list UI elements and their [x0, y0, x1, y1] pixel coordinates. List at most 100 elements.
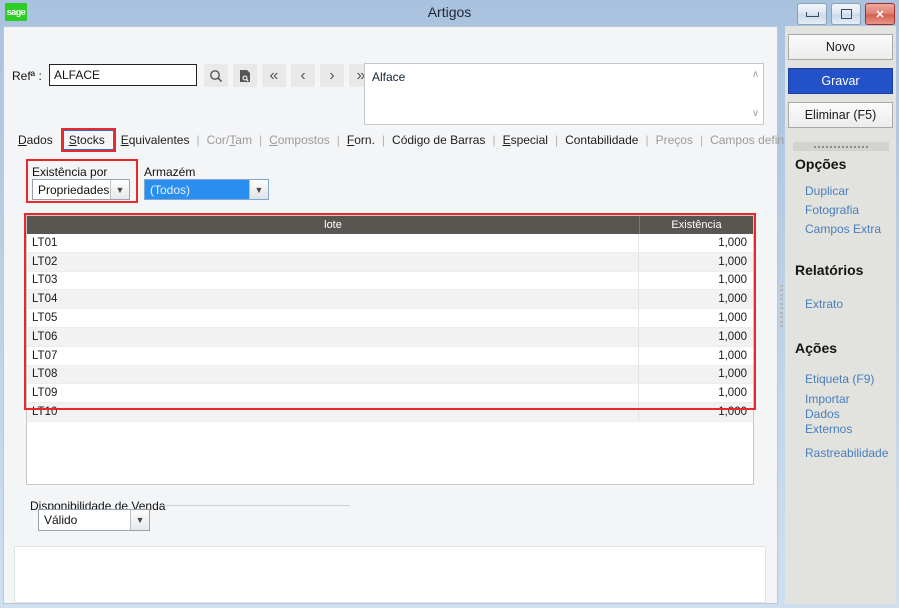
cell-lote: LT02 [27, 252, 639, 271]
description-value: Alface [372, 70, 406, 84]
sidebar-link-etiqueta[interactable]: Etiqueta (F9) [805, 372, 874, 386]
grid-column-header-lote[interactable]: lote [27, 216, 640, 234]
description-textarea[interactable]: Alface ∧ ∨ [364, 63, 764, 125]
title-bar: sage Artigos ✕ [0, 0, 899, 26]
tab-cor-tam[interactable]: Cor/Tam [201, 132, 258, 148]
table-row[interactable]: LT03 1,000 [27, 271, 753, 291]
tab-contabilidade[interactable]: Contabilidade [559, 132, 644, 148]
scroll-up-icon[interactable]: ∧ [748, 67, 763, 81]
first-record-button[interactable]: « [262, 64, 286, 87]
armazem-value: (Todos) [150, 182, 191, 197]
cell-existencia: 1,000 [718, 387, 747, 400]
tab-strip: Dados Stocks Equivalentes | Cor/Tam | Co… [4, 129, 819, 151]
table-row[interactable]: LT07 1,000 [27, 346, 753, 366]
right-sidebar: Novo Gravar Eliminar (F5) Opções Duplica… [785, 26, 896, 604]
search-icon [210, 69, 223, 82]
minimize-button[interactable] [797, 3, 827, 25]
sidebar-link-duplicar[interactable]: Duplicar [805, 184, 849, 198]
armazem-label: Armazém [144, 165, 196, 179]
cell-existencia: 1,000 [718, 274, 747, 287]
sidebar-link-importar[interactable]: Importar [805, 392, 850, 406]
search-button[interactable] [204, 64, 228, 87]
cell-existencia: 1,000 [718, 330, 747, 343]
first-record-icon: « [269, 66, 279, 84]
tab-equivalentes[interactable]: Equivalentes [115, 132, 196, 148]
cell-lote: LT05 [27, 309, 639, 327]
existencia-por-value: Propriedades [38, 182, 110, 197]
window-title: Artigos [427, 4, 472, 20]
tab-precos[interactable]: Preços [650, 132, 699, 148]
previous-record-icon: ‹ [300, 66, 306, 84]
tab-codigo-de-barras[interactable]: Código de Barras [386, 132, 491, 148]
table-row[interactable]: LT04 1,000 [27, 290, 753, 310]
cell-existencia: 1,000 [718, 349, 747, 362]
stock-grid[interactable]: lote Existência LT01 1,000 LT02 1,000 LT03 1,… [26, 215, 754, 485]
cell-existencia: 1,000 [718, 293, 747, 306]
sidebar-grip-handle[interactable] [793, 142, 889, 151]
cell-lote: LT04 [27, 290, 639, 309]
chevron-down-icon[interactable]: ▼ [110, 180, 129, 199]
sidebar-link-extrato[interactable]: Extrato [805, 297, 843, 311]
tab-stocks[interactable]: Stocks [61, 132, 113, 148]
table-row[interactable]: LT08 1,000 [27, 365, 753, 385]
table-row[interactable]: LT06 1,000 [27, 327, 753, 347]
disponibilidade-value: Válido [44, 513, 78, 527]
disponibilidade-select[interactable]: Válido ▼ [38, 509, 150, 531]
maximize-icon [840, 9, 852, 19]
ref-input[interactable] [49, 64, 197, 86]
document-search-button[interactable] [233, 64, 257, 87]
eliminar-button[interactable]: Eliminar (F5) [788, 102, 893, 128]
armazem-select[interactable]: (Todos) ▼ [144, 179, 269, 200]
sidebar-link-rastreabilidade[interactable]: Rastreabilidade [805, 446, 888, 460]
sidebar-section-relatorios: Relatórios [795, 262, 864, 278]
chevron-down-icon[interactable]: ▼ [249, 180, 268, 199]
application-window: sage Artigos ✕ Refª : ALFACE « ‹ › » Alf… [0, 0, 899, 608]
novo-button[interactable]: Novo [788, 34, 893, 60]
sidebar-link-dados[interactable]: Dados [805, 407, 840, 421]
table-row[interactable]: LT01 1,000 [27, 234, 753, 253]
main-content-panel: Refª : « ‹ › [3, 26, 819, 604]
sidebar-section-opcoes: Opções [795, 156, 847, 172]
document-search-icon [240, 69, 250, 82]
next-record-icon: › [329, 66, 335, 84]
scroll-down-icon[interactable]: ∨ [748, 106, 763, 120]
ref-label: Refª : [12, 69, 42, 83]
existencia-por-select[interactable]: Propriedades ▼ [32, 179, 130, 200]
description-scrollbar[interactable]: ∧ ∨ [748, 64, 763, 124]
table-row[interactable]: LT10 1,000 [27, 403, 753, 422]
cell-existencia: 1,000 [718, 368, 747, 381]
tab-compostos[interactable]: Compostos [263, 132, 336, 148]
previous-record-button[interactable]: ‹ [291, 64, 315, 87]
cell-lote: LT01 [27, 234, 639, 252]
tab-stocks-label: tocks [76, 133, 105, 147]
sidebar-section-acoes: Ações [795, 340, 838, 356]
next-record-button[interactable]: › [320, 64, 344, 87]
tab-especial[interactable]: Especial [497, 132, 554, 148]
tab-dados-label: ados [26, 133, 53, 147]
cell-existencia: 1,000 [718, 236, 747, 249]
gravar-button[interactable]: Gravar [788, 68, 893, 94]
tab-dados[interactable]: Dados [12, 132, 59, 148]
window-controls: ✕ [797, 3, 895, 25]
grid-header-row: lote Existência [27, 216, 753, 234]
table-row[interactable]: LT09 1,000 [27, 384, 753, 404]
cell-lote: LT07 [27, 346, 639, 365]
cell-lote: LT08 [27, 365, 639, 384]
cell-existencia: 1,000 [718, 255, 747, 268]
tab-forn[interactable]: Forn. [341, 132, 381, 148]
table-row[interactable]: LT05 1,000 [27, 309, 753, 328]
cell-lote: LT06 [27, 327, 639, 346]
sidebar-link-externos[interactable]: Externos [805, 422, 852, 436]
maximize-button[interactable] [831, 3, 861, 25]
bottom-white-panel [14, 546, 766, 603]
sidebar-link-campos-extra[interactable]: Campos Extra [805, 222, 881, 236]
panel-splitter-handle[interactable] [780, 285, 783, 327]
close-button[interactable]: ✕ [865, 3, 895, 25]
chevron-down-icon[interactable]: ▼ [130, 510, 149, 530]
table-row[interactable]: LT02 1,000 [27, 252, 753, 272]
cell-existencia: 1,000 [718, 406, 747, 419]
cell-lote: LT10 [27, 403, 639, 421]
sidebar-link-fotografia[interactable]: Fotografia [805, 203, 859, 217]
cell-existencia: 1,000 [718, 312, 747, 325]
grid-column-header-existencia[interactable]: Existência [640, 216, 753, 234]
